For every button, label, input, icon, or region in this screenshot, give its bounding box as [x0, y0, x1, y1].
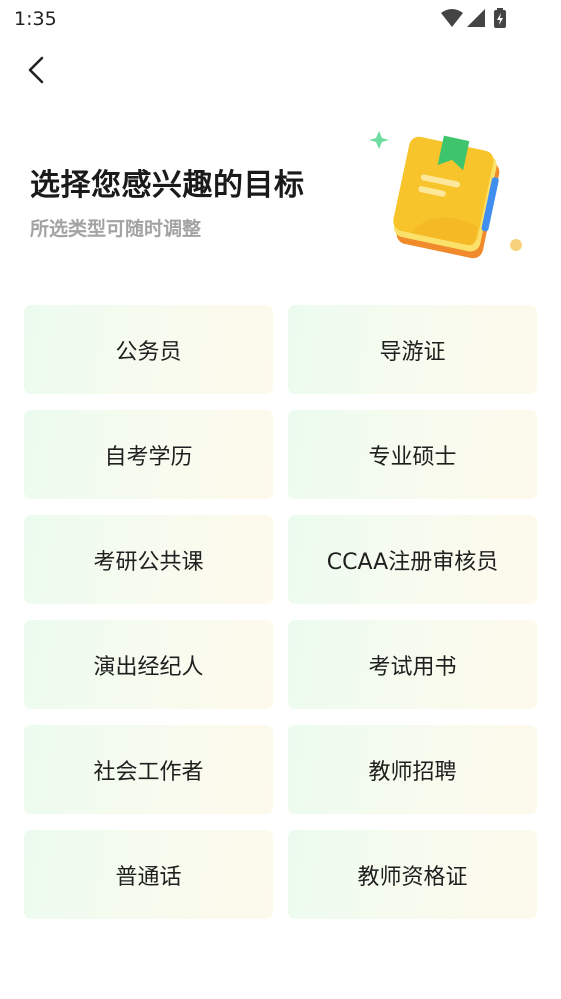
signal-icon: [467, 9, 485, 27]
category-tile[interactable]: 教师招聘: [288, 725, 537, 814]
category-tile[interactable]: 考试用书: [288, 620, 537, 709]
status-bar: 1:35: [0, 0, 561, 40]
category-tile[interactable]: 专业硕士: [288, 410, 537, 499]
category-tile[interactable]: 普通话: [24, 830, 273, 919]
book-icon: [366, 128, 531, 263]
page-subtitle: 所选类型可随时调整: [30, 218, 202, 240]
status-icons: [441, 8, 521, 28]
category-tile[interactable]: 考研公共课: [24, 515, 273, 604]
category-grid: 公务员 导游证 自考学历 专业硕士 考研公共课 CCAA注册审核员 演出经纪人 …: [24, 305, 537, 919]
category-tile[interactable]: 社会工作者: [24, 725, 273, 814]
category-tile[interactable]: 自考学历: [24, 410, 273, 499]
category-tile[interactable]: 公务员: [24, 305, 273, 394]
wifi-icon: [441, 9, 463, 27]
page-title: 选择您感兴趣的目标: [30, 168, 305, 203]
category-tile[interactable]: 教师资格证: [288, 830, 537, 919]
back-button[interactable]: [18, 52, 54, 88]
status-time: 1:35: [14, 8, 57, 30]
category-tile[interactable]: 导游证: [288, 305, 537, 394]
category-tile[interactable]: CCAA注册审核员: [288, 515, 537, 604]
chevron-left-icon: [28, 56, 44, 84]
battery-charging-icon: [494, 8, 506, 28]
category-tile[interactable]: 演出经纪人: [24, 620, 273, 709]
